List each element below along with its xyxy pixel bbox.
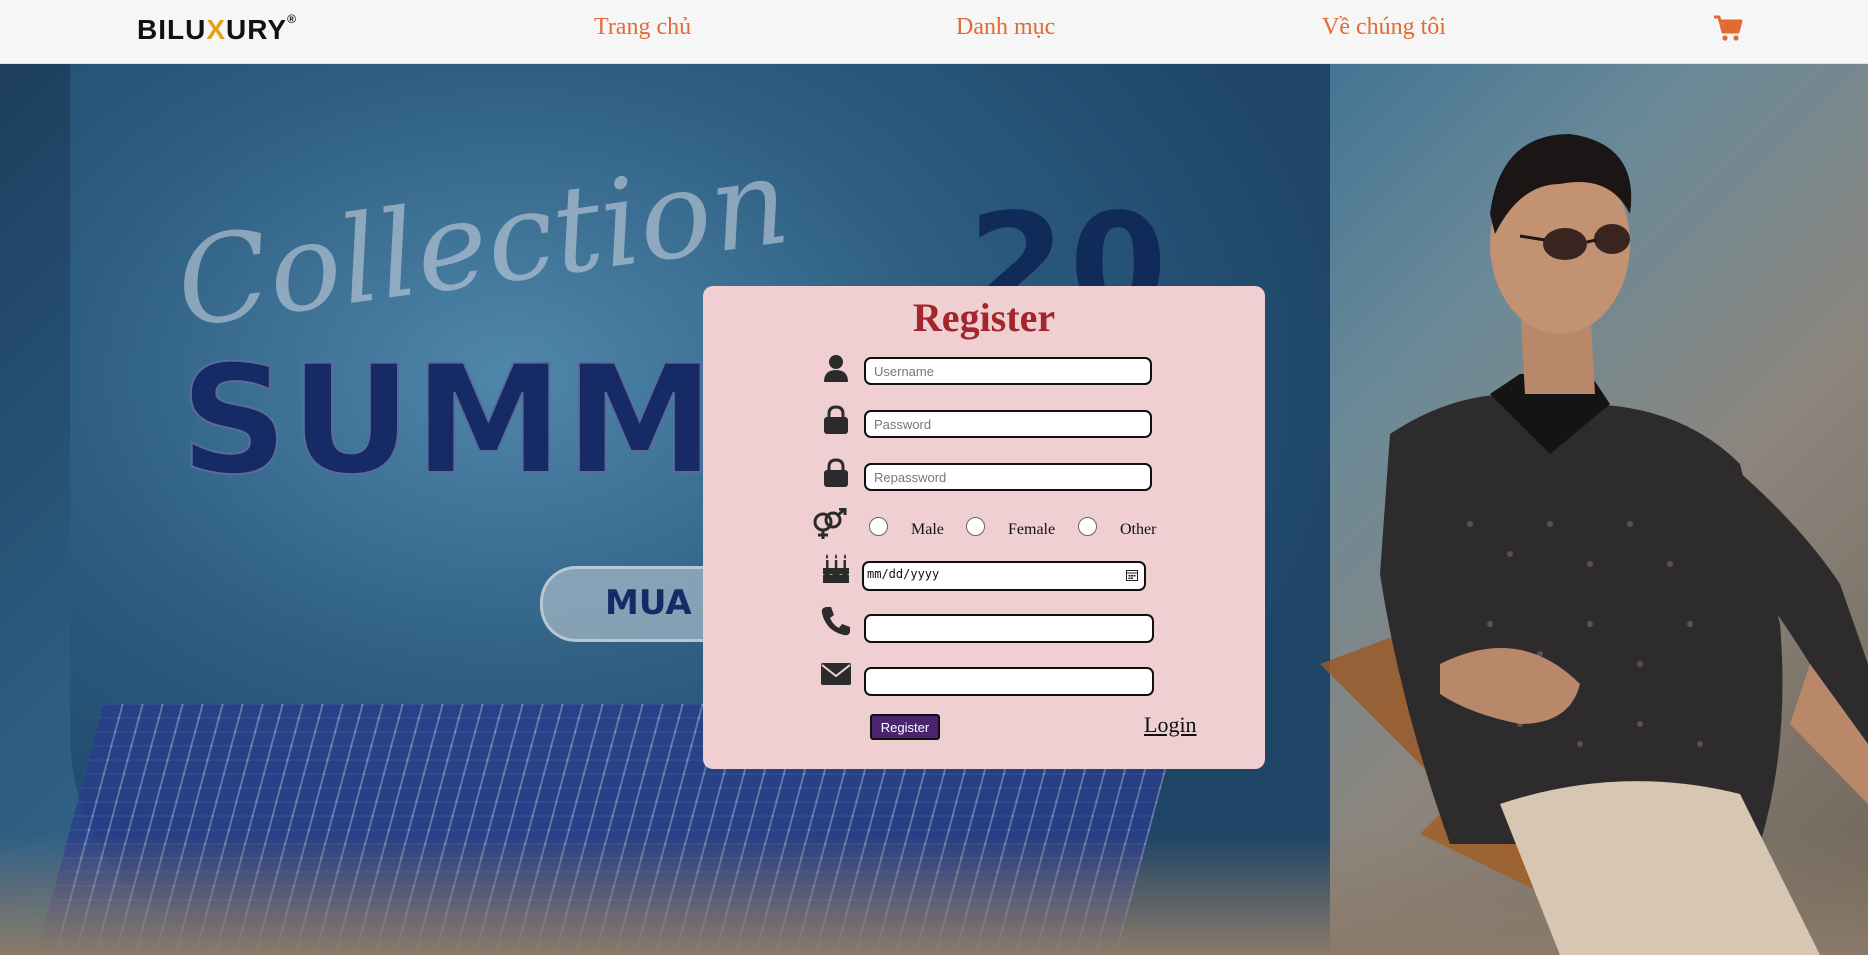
register-submit-button[interactable]: Register bbox=[870, 714, 940, 740]
date-placeholder: mm/dd/yyyy bbox=[867, 567, 940, 581]
repassword-input[interactable] bbox=[864, 463, 1152, 491]
nav-link-categories[interactable]: Danh mục bbox=[956, 14, 1055, 41]
gender-other-label: Other bbox=[1120, 521, 1157, 538]
lock-icon bbox=[824, 458, 848, 487]
logo-text-accent: X bbox=[206, 14, 227, 45]
logo-text-end: URY bbox=[226, 14, 288, 45]
gender-female-label: Female bbox=[1008, 521, 1056, 538]
phone-icon bbox=[821, 607, 850, 636]
gender-female-radio[interactable] bbox=[966, 517, 985, 536]
registered-mark: ® bbox=[287, 11, 297, 26]
lock-icon bbox=[824, 405, 848, 434]
email-input[interactable] bbox=[864, 667, 1154, 696]
username-input[interactable] bbox=[864, 357, 1152, 385]
logo-text-start: BILU bbox=[137, 14, 207, 45]
brand-logo[interactable]: BILUXURY® bbox=[137, 11, 297, 46]
nav-link-home[interactable]: Trang chủ bbox=[594, 14, 691, 41]
password-input[interactable] bbox=[864, 410, 1152, 438]
nav-link-about[interactable]: Về chúng tôi bbox=[1322, 14, 1446, 41]
register-title: Register bbox=[912, 295, 1056, 340]
phone-input[interactable] bbox=[864, 614, 1154, 643]
envelope-icon bbox=[821, 663, 851, 685]
hero-model-photo bbox=[1320, 134, 1868, 955]
cart-icon[interactable] bbox=[1713, 14, 1743, 42]
login-link[interactable]: Login bbox=[1144, 712, 1197, 738]
register-card: Register Male Female Other mm/dd/yyyy bbox=[703, 286, 1265, 769]
calendar-icon[interactable] bbox=[1126, 569, 1138, 581]
gender-male-radio[interactable] bbox=[869, 517, 888, 536]
navbar: BILUXURY® Trang chủ Danh mục Về chúng tô… bbox=[0, 0, 1868, 64]
gender-male-label: Male bbox=[911, 521, 944, 538]
hero-headline: SUMM bbox=[179, 333, 717, 509]
birthday-cake-icon bbox=[823, 554, 849, 583]
birthday-date-input[interactable]: mm/dd/yyyy bbox=[862, 561, 1146, 591]
user-icon bbox=[824, 355, 848, 382]
gender-other-radio[interactable] bbox=[1078, 517, 1097, 536]
gender-icon bbox=[813, 508, 847, 539]
